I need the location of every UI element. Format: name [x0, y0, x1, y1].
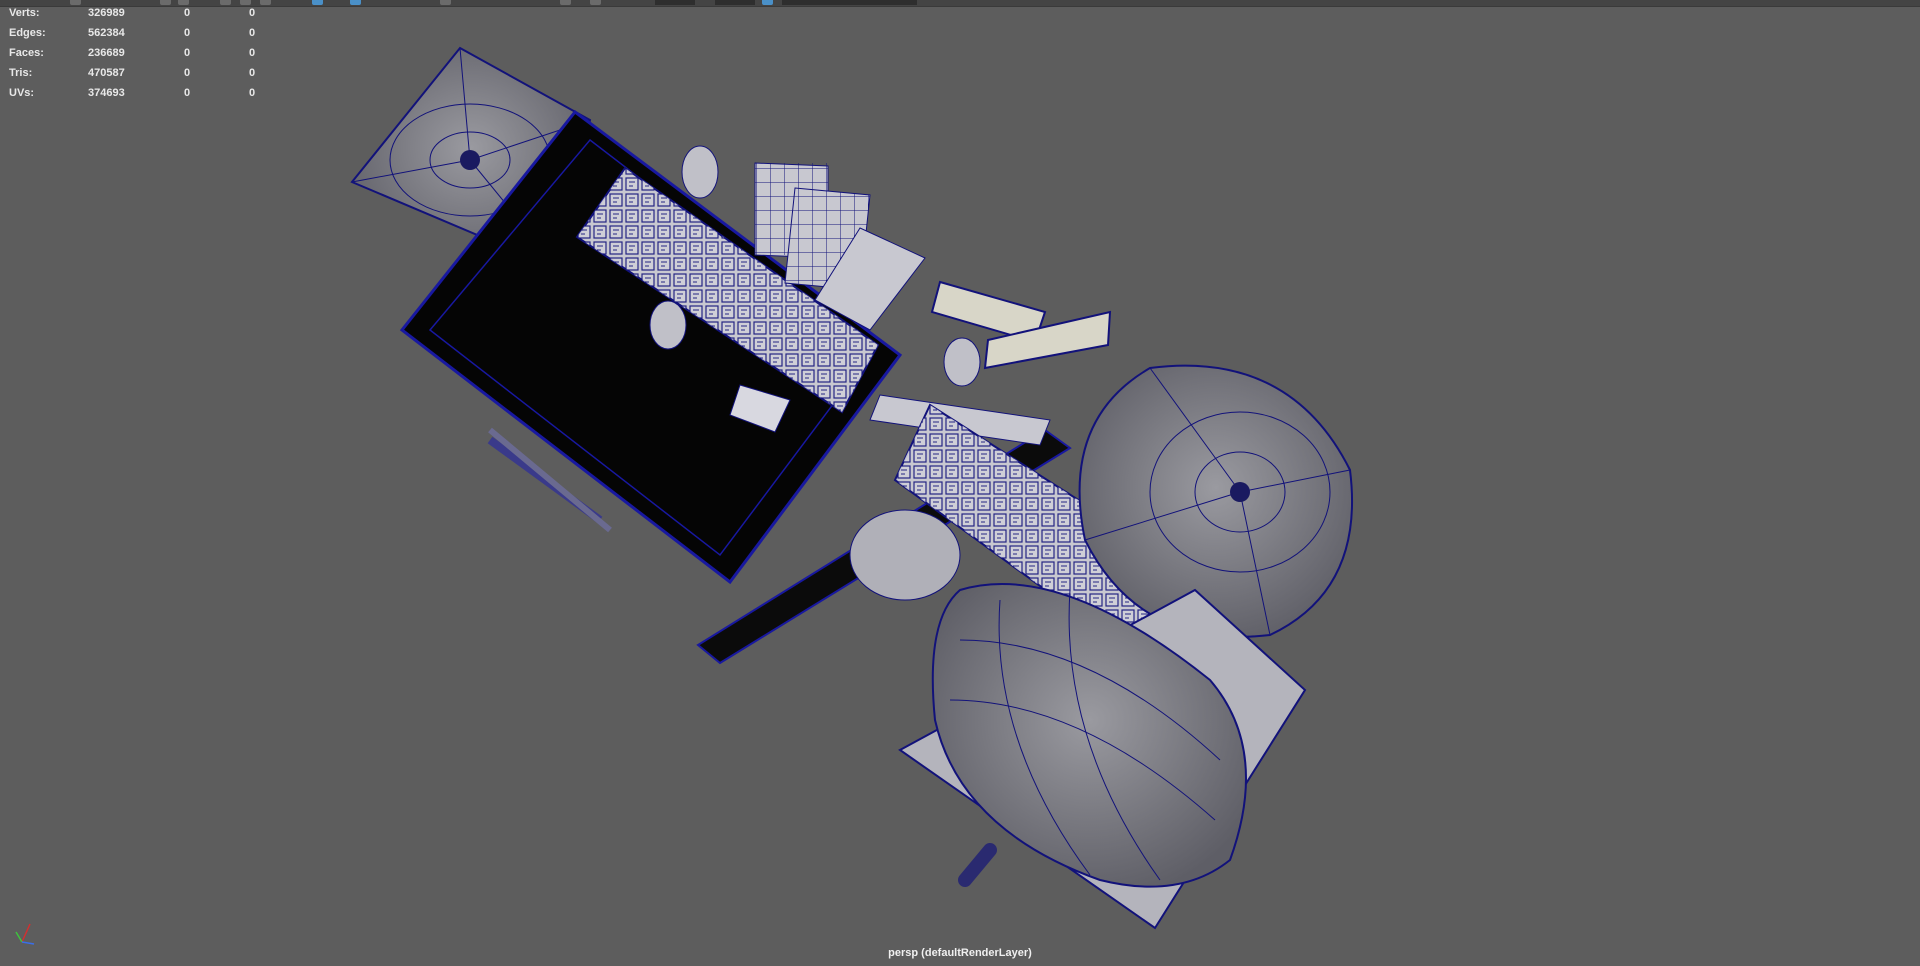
z-axis-line — [21, 941, 35, 945]
mouse-right[interactable] — [943, 337, 981, 387]
x-axis-line — [21, 923, 31, 943]
camera-label: persp (defaultRenderLayer) — [888, 947, 1032, 959]
viewport-canvas[interactable] — [0, 0, 1920, 966]
mouse-left-2[interactable] — [649, 300, 687, 350]
mouse-left[interactable] — [681, 145, 719, 199]
axis-gizmo — [15, 923, 35, 945]
y-axis-line — [15, 931, 23, 943]
